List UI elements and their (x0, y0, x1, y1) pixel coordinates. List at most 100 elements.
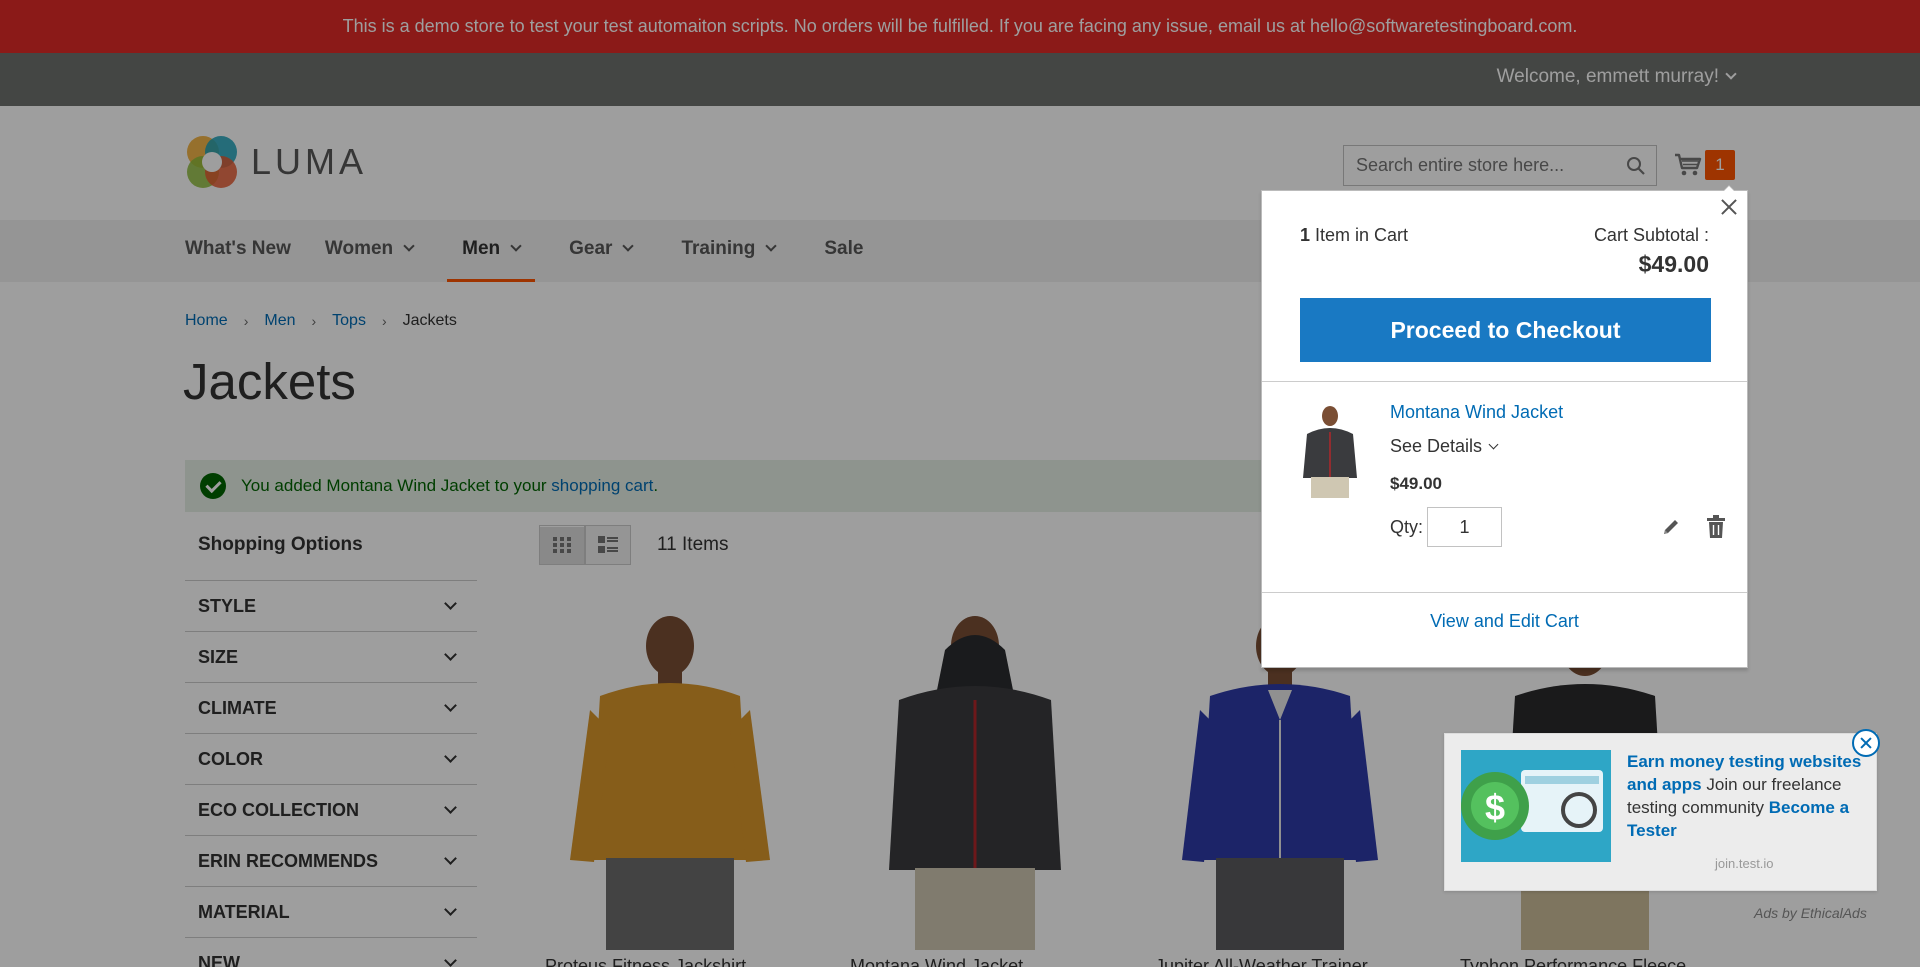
filter-color[interactable]: Color (185, 733, 477, 784)
chevron-down-icon (444, 954, 457, 967)
filter-label: Climate (198, 698, 277, 718)
shopping-cart-link[interactable]: shopping cart (551, 476, 653, 495)
cart-item-image[interactable] (1295, 402, 1365, 498)
ad-attribution[interactable]: Ads by EthicalAds (1754, 905, 1867, 921)
toolbar-count: 11 (657, 534, 677, 555)
nav-item-training[interactable]: Training (681, 220, 790, 282)
nav-item-gear[interactable]: Gear (569, 220, 647, 282)
grid-icon (553, 537, 571, 553)
filter-size[interactable]: Size (185, 631, 477, 682)
toolbar-amount: 11 Items (657, 534, 728, 556)
close-icon[interactable] (1852, 729, 1880, 757)
luma-logo-icon (187, 136, 237, 188)
filter-erin-recommends[interactable]: Erin Recommends (185, 835, 477, 886)
product-photo[interactable] (550, 610, 790, 950)
subtotal-label: Cart Subtotal : (1593, 225, 1709, 245)
nav-item-men[interactable]: Men (447, 220, 536, 282)
filter-material[interactable]: Material (185, 886, 477, 937)
nav-item-label: What's New (185, 238, 291, 259)
minicart-dropdown: 1 Item in Cart Cart Subtotal : $49.00 Pr… (1261, 185, 1748, 668)
divider (1262, 592, 1747, 593)
see-details-label: See Details (1390, 436, 1483, 456)
filter-eco-collection[interactable]: Eco Collection (185, 784, 477, 835)
nav-item-women[interactable]: Women (325, 220, 428, 282)
product-item[interactable]: Proteus Fitness Jackshirt (520, 600, 820, 967)
ad-image[interactable]: $ (1461, 750, 1611, 862)
products-toolbar: 11 Items (539, 525, 728, 565)
logo[interactable]: LUMA (185, 134, 367, 190)
product-name[interactable]: Typhon Performance Fleece (1460, 956, 1686, 967)
items-total: 1 Item in Cart (1300, 225, 1408, 246)
success-message: You added Montana Wind Jacket to your sh… (185, 460, 1285, 512)
filter-style[interactable]: Style (185, 580, 477, 631)
filter-climate[interactable]: Climate (185, 682, 477, 733)
breadcrumb-tops[interactable]: Tops (332, 312, 366, 330)
breadcrumb-separator: › (311, 313, 317, 329)
product-name[interactable]: Proteus Fitness Jackshirt (545, 956, 746, 967)
product-name[interactable]: Montana Wind Jacket (850, 956, 1023, 967)
breadcrumb-separator: › (243, 313, 249, 329)
check-circle-icon (200, 473, 226, 499)
shopping-options-title: Shopping Options (198, 534, 363, 555)
message-suffix: . (653, 476, 659, 495)
cart-icon (1675, 153, 1702, 176)
nav-item-label: Men (462, 238, 501, 259)
nav-item-label: Women (324, 238, 394, 259)
qty-input[interactable] (1427, 507, 1502, 547)
filter-label: New (198, 953, 240, 967)
chevron-down-icon (444, 597, 457, 610)
breadcrumb-men[interactable]: Men (264, 312, 295, 330)
ad-text: Earn money testing websites and apps Joi… (1627, 750, 1867, 842)
layered-navigation: Shopping Options Style Size Climate Colo… (185, 530, 477, 967)
product-name[interactable]: Jupiter All-Weather Trainer (1155, 956, 1368, 967)
filter-label: Size (198, 647, 239, 667)
customer-welcome[interactable]: Welcome, emmett murray! (1496, 53, 1737, 101)
search-box (1343, 145, 1657, 186)
cart-item-name[interactable]: Montana Wind Jacket (1390, 402, 1563, 423)
message-text: You added Montana Wind Jacket to your (241, 476, 552, 495)
filter-new[interactable]: New (185, 937, 477, 967)
chevron-down-icon (1488, 439, 1499, 450)
grid-mode-button[interactable] (539, 525, 585, 565)
chevron-down-icon (765, 240, 778, 252)
filter-label: Material (198, 902, 290, 922)
product-photo[interactable] (855, 610, 1095, 950)
svg-text:$: $ (1485, 787, 1505, 828)
ad-domain: join.test.io (1715, 856, 1774, 871)
list-icon (598, 536, 618, 553)
chevron-down-icon (444, 801, 457, 814)
nav-item-whats-new[interactable]: What's New (185, 220, 291, 282)
filter-label: Eco Collection (198, 800, 359, 820)
trash-icon[interactable] (1706, 515, 1726, 539)
chevron-down-icon (444, 903, 457, 916)
pencil-icon[interactable] (1661, 517, 1681, 537)
filter-label: Style (198, 596, 257, 616)
list-mode-button[interactable] (585, 525, 631, 565)
welcome-text: Welcome, emmett murray! (1496, 66, 1719, 87)
ethical-ad[interactable]: $ Earn money testing websites and apps J… (1444, 733, 1877, 891)
proceed-to-checkout-button[interactable]: Proceed to Checkout (1300, 298, 1711, 362)
nav-item-sale[interactable]: Sale (824, 220, 863, 282)
demo-notice: This is a demo store to test your test a… (0, 0, 1920, 53)
filter-label: Color (198, 749, 263, 769)
qty-label: Qty: (1390, 517, 1424, 537)
breadcrumb: Home › Men › Tops › Jackets (185, 312, 457, 330)
page-title: Jackets (183, 353, 356, 410)
breadcrumb-home[interactable]: Home (185, 312, 228, 330)
search-input[interactable] (1344, 146, 1614, 185)
search-icon[interactable] (1626, 156, 1646, 176)
see-details-toggle[interactable]: See Details (1390, 436, 1499, 457)
nav-item-label: Training (681, 238, 756, 259)
items-label: Item in Cart (1315, 225, 1409, 245)
product-item[interactable]: Montana Wind Jacket (825, 600, 1125, 967)
demo-notice-text: This is a demo store to test your test a… (342, 16, 1578, 36)
chevron-down-icon (1725, 68, 1737, 80)
close-icon[interactable] (1717, 195, 1741, 219)
chevron-down-icon (444, 750, 457, 763)
logo-text: LUMA (251, 141, 368, 182)
chevron-down-icon (444, 648, 457, 661)
minicart-toggle[interactable]: 1 (1674, 150, 1735, 180)
chevron-down-icon (403, 240, 415, 252)
subtotal-price: $49.00 (1638, 251, 1709, 277)
view-edit-cart-link[interactable]: View and Edit Cart (1262, 611, 1747, 632)
